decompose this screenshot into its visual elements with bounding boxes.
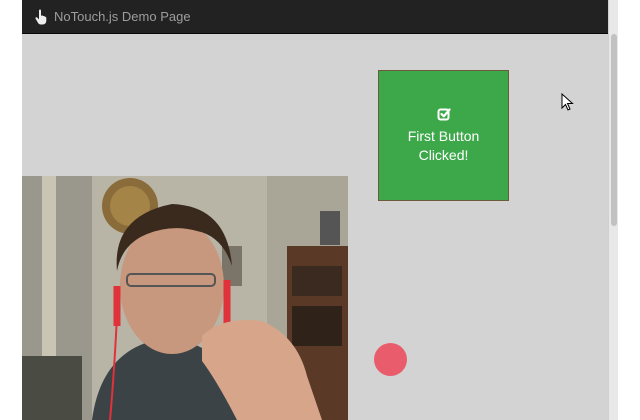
first-button[interactable]: First Button Clicked! bbox=[378, 70, 509, 201]
webcam-feed bbox=[22, 176, 348, 420]
window-margin bbox=[618, 0, 640, 420]
brand-title[interactable]: NoTouch.js Demo Page bbox=[54, 9, 191, 24]
browser-window: NoTouch.js Demo Page First Button Clicke… bbox=[0, 0, 640, 420]
webcam-image bbox=[22, 176, 348, 420]
scrollbar-thumb[interactable] bbox=[611, 34, 617, 226]
check-square-icon bbox=[437, 107, 451, 120]
first-button-label: First Button Clicked! bbox=[407, 127, 480, 163]
mouse-cursor-icon bbox=[561, 93, 574, 111]
scrollbar[interactable] bbox=[608, 0, 618, 420]
touch-indicator bbox=[374, 343, 407, 376]
pointing-hand-icon bbox=[35, 9, 47, 24]
navbar: NoTouch.js Demo Page bbox=[22, 0, 608, 34]
